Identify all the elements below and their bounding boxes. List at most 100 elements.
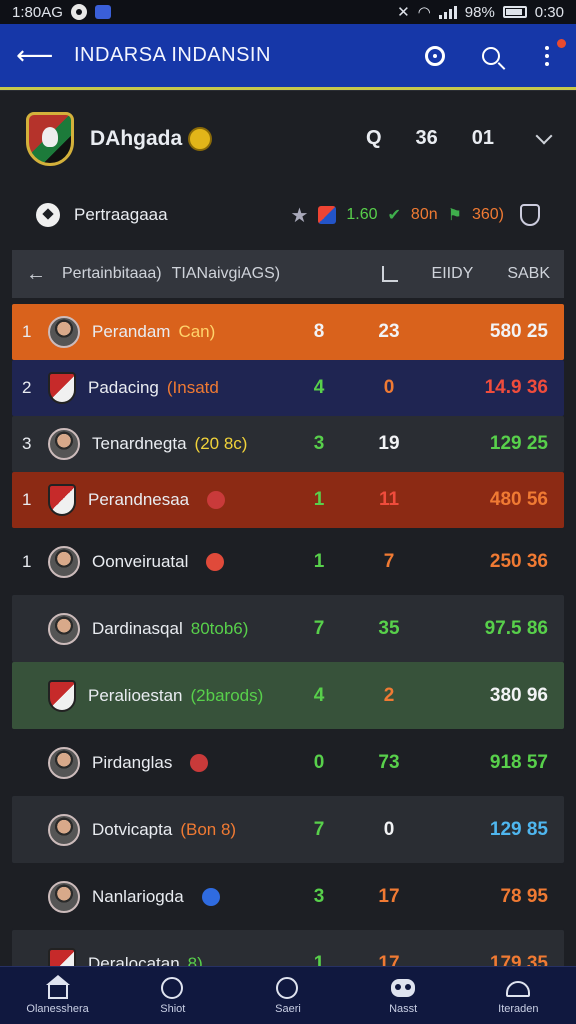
- row-col-1: 3: [313, 433, 325, 454]
- status-bar: 1:80AG ✕ ◠ 98% 0:30: [0, 0, 576, 24]
- table-row[interactable]: 1 Perandnesaa 1 11 480 56: [12, 472, 564, 528]
- bell-icon: [506, 980, 531, 997]
- row-tag: (Bon 8): [180, 819, 237, 839]
- row-col-3: 580 25: [489, 321, 548, 342]
- circle-icon: [275, 976, 298, 999]
- row-col-2: 7: [383, 550, 395, 572]
- search-button[interactable]: [478, 43, 504, 69]
- nav-label: Iteraden: [498, 1002, 539, 1015]
- column-header-b[interactable]: TIANaivgiAGS): [172, 265, 280, 283]
- flag-check-icon: ⚑: [447, 207, 462, 224]
- row-col-2: 2: [383, 684, 395, 706]
- row-rank: 3: [22, 434, 32, 453]
- team-badge-icon: [201, 887, 220, 906]
- row-tag: Can): [178, 322, 216, 341]
- table-row[interactable]: Dardinasqal 80tob6) 7 35 97.5 86: [12, 595, 564, 662]
- row-col-3: 129 25: [489, 433, 548, 454]
- row-name: Dotvicapta: [92, 819, 173, 839]
- team-crest-icon: [26, 111, 74, 166]
- table-row[interactable]: Dotvicapta (Bon 8) 7 0 129 85: [12, 796, 564, 863]
- team-stat-1: Q: [365, 127, 382, 149]
- row-col-1: 4: [313, 377, 325, 398]
- standings-list: 1 Perandam Can) 8 23 580 25 2 Padacing (…: [12, 304, 564, 997]
- row-name: Oonveiruatal: [92, 551, 189, 571]
- row-col-3: 78 95: [500, 885, 548, 907]
- player-avatar: [48, 545, 80, 578]
- row-col-3: 14.9 36: [484, 377, 548, 398]
- team-badge-icon: [190, 753, 209, 772]
- table-back-arrow-icon[interactable]: ←: [26, 263, 62, 286]
- shield-outline-icon[interactable]: [520, 204, 540, 226]
- row-col-3: 250 36: [489, 550, 548, 572]
- row-col-2: 19: [378, 433, 400, 454]
- notification-icon: [70, 4, 87, 20]
- table-row[interactable]: Peralioestan (2barods) 4 2 380 96: [12, 662, 564, 729]
- row-col-1: 7: [313, 617, 325, 639]
- row-name: Dardinasqal: [92, 618, 183, 638]
- nav-label: Saeri: [275, 1002, 301, 1015]
- row-col-2: 11: [378, 489, 400, 510]
- nav-item-alerts[interactable]: Iteraden: [468, 977, 568, 1015]
- chevron-down-icon[interactable]: [535, 127, 553, 144]
- team-name: DAhgada: [90, 126, 183, 150]
- table-row[interactable]: 2 Padacing (Insatd 4 0 14.9 36: [12, 360, 564, 416]
- column-header-a[interactable]: Pertainbitaaa): [62, 265, 162, 283]
- row-name: Nanlariogda: [92, 886, 184, 906]
- row-col-2: 73: [378, 751, 400, 773]
- mute-icon: ✕: [397, 4, 410, 21]
- row-name: Pirdanglas: [92, 752, 173, 772]
- row-col-1: 8: [313, 321, 325, 342]
- app-notification-icon: [94, 5, 111, 19]
- ring-icon: [160, 976, 183, 999]
- team-shield-icon: [48, 679, 76, 712]
- team-header: DAhgada Q 36 01: [0, 90, 576, 186]
- row-col-3: 97.5 86: [484, 617, 548, 639]
- competition-row[interactable]: Pertraagaaa ★ 1.60 ✔ 80n ⚑ 360): [0, 186, 576, 244]
- table-row[interactable]: 1 Perandam Can) 8 23 580 25: [12, 304, 564, 360]
- row-col-3: 480 56: [489, 489, 548, 510]
- scan-search-button[interactable]: [422, 43, 448, 69]
- row-name: Perandnesaa: [88, 490, 190, 509]
- row-rank: 1: [22, 490, 32, 509]
- player-avatar: [48, 746, 80, 779]
- team-shield-icon: [48, 372, 76, 404]
- row-tag: (2barods): [190, 685, 264, 705]
- wifi-icon: ◠: [417, 4, 431, 21]
- nav-item-shot[interactable]: Shiot: [123, 976, 223, 1015]
- team-shield-icon: [48, 484, 76, 516]
- nav-item-next[interactable]: Nasst: [353, 977, 453, 1015]
- player-avatar: [48, 813, 80, 846]
- row-col-1: 1: [313, 550, 325, 572]
- team-stat-3: 01: [471, 127, 494, 149]
- row-name: Tenardnegta: [92, 434, 187, 453]
- sort-icon[interactable]: [381, 266, 398, 282]
- bottom-navigation: Olanesshera Shiot Saeri Nasst Iteraden: [0, 966, 576, 1024]
- competition-stat-c: 360): [471, 206, 504, 223]
- row-tag: (20 8c): [194, 434, 248, 453]
- row-col-2: 0: [383, 818, 395, 840]
- mask-icon: [391, 978, 416, 997]
- more-menu-button[interactable]: [534, 38, 566, 69]
- row-tag: (Insatd: [166, 378, 219, 397]
- status-time: 1:80AG: [12, 3, 63, 21]
- star-icon[interactable]: ★: [290, 203, 308, 228]
- row-col-1: 1: [313, 489, 325, 510]
- column-header-d[interactable]: SABK: [507, 265, 550, 283]
- row-col-2: 23: [378, 321, 400, 342]
- table-row[interactable]: Pirdanglas 0 73 918 57: [12, 729, 564, 796]
- row-col-2: 35: [378, 617, 400, 639]
- table-row[interactable]: 1 Oonveiruatal 1 7 250 36: [12, 528, 564, 595]
- row-col-1: 3: [313, 885, 325, 907]
- table-row[interactable]: 3 Tenardnegta (20 8c) 3 19 129 25: [12, 416, 564, 472]
- player-avatar: [48, 880, 80, 913]
- row-name: Peralioestan: [88, 685, 183, 705]
- column-header-c[interactable]: EIIDY: [432, 265, 474, 283]
- nav-item-search[interactable]: Saeri: [238, 976, 338, 1015]
- player-avatar: [48, 612, 80, 645]
- home-icon: [45, 974, 70, 999]
- nav-item-home[interactable]: Olanesshera: [8, 974, 108, 1015]
- back-arrow-icon[interactable]: ⟵: [16, 40, 56, 71]
- table-header: ← Pertainbitaaa) TIANaivgiAGS) EIIDY SAB…: [12, 250, 564, 298]
- competition-stat-a: 1.60: [346, 206, 378, 223]
- table-row[interactable]: Nanlariogda 3 17 78 95: [12, 863, 564, 930]
